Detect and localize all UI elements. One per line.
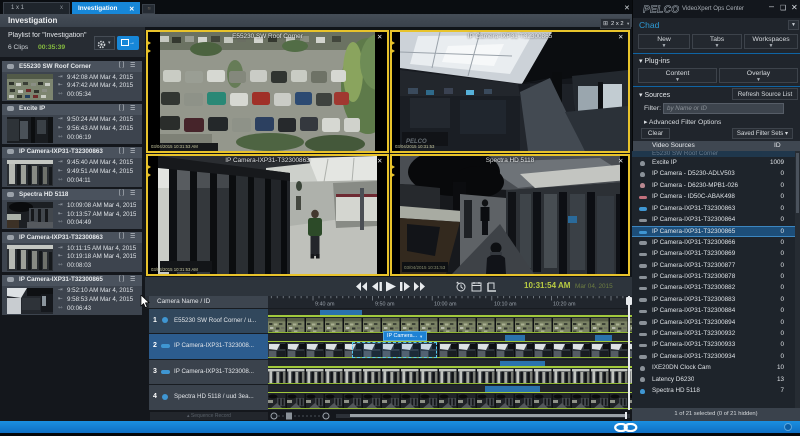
svg-text:10:10 am: 10:10 am [494,302,517,308]
svg-text:03/04/2015 10:31:53: 03/04/2015 10:31:53 [404,265,446,270]
svg-text:9:50 am: 9:50 am [375,302,395,308]
svg-text:10:20 am: 10:20 am [553,302,576,308]
svg-text:10:00 am: 10:00 am [434,302,457,308]
svg-text:PELCO: PELCO [643,5,679,16]
svg-text:9:40 am: 9:40 am [315,302,335,308]
